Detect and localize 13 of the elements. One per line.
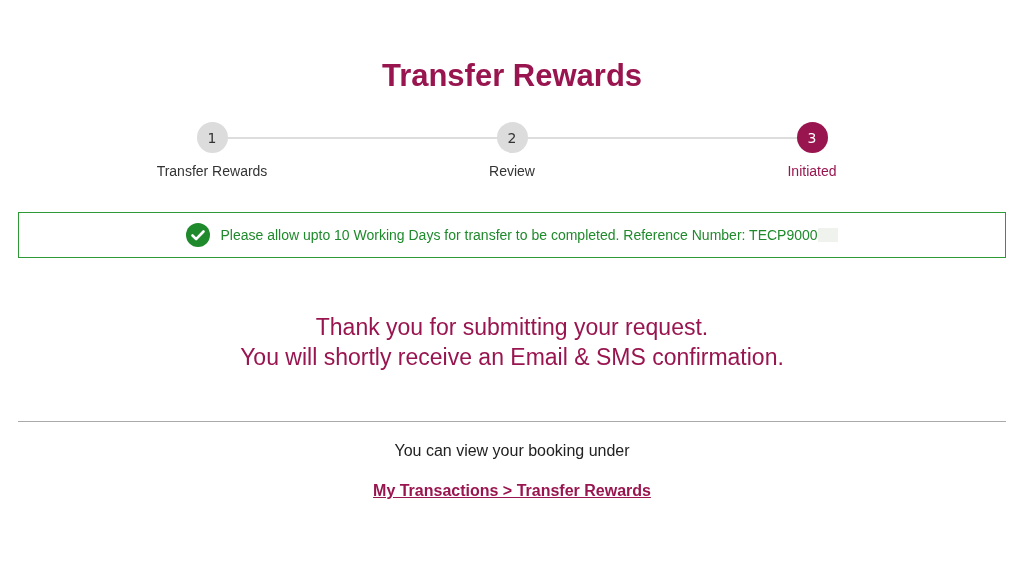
step-label: Initiated [787,163,837,179]
step-label: Review [489,163,535,179]
check-icon [186,223,211,247]
step-label: Transfer Rewards [156,163,268,179]
step-number: 1 [196,122,228,153]
confirmation-text: Thank you for submitting your request. [314,313,710,342]
step-number: 3 [796,122,828,153]
page-title: Transfer Rewards [381,58,643,94]
info-text: You can view your booking under [394,442,630,460]
notice-text: Please allow upto 10 Working Days for transfer to be completed. Reference Number: TECP9000 [220,227,818,243]
transactions-link[interactable]: My Transactions > Transfer Rewards [373,482,651,500]
confirmation-text: You will shortly receive an Email & SMS confirmation. [240,343,784,372]
step-number: 2 [496,122,528,153]
